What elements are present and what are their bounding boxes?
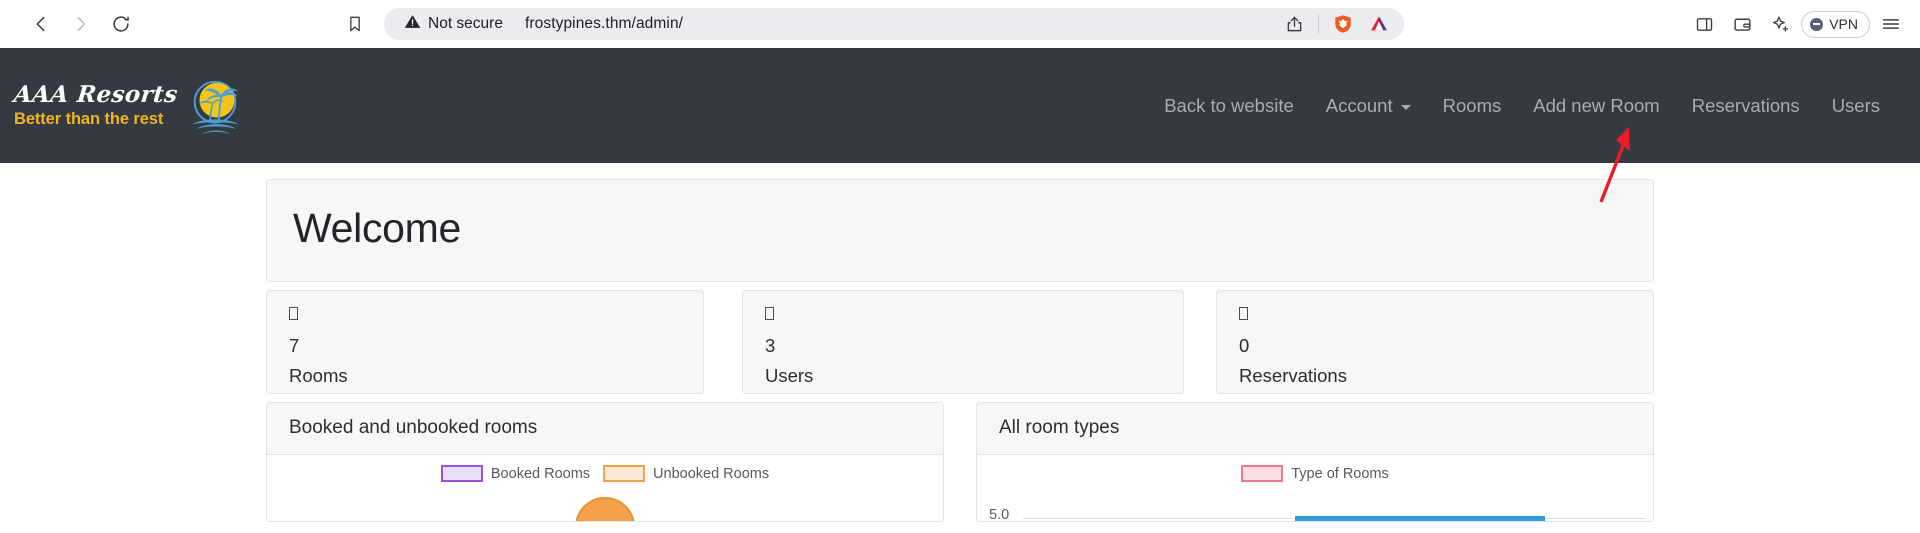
chart-title: Booked and unbooked rooms bbox=[267, 403, 943, 456]
primary-nav: Back to website Account Rooms Add new Ro… bbox=[1148, 89, 1896, 123]
wallet-icon[interactable] bbox=[1725, 7, 1759, 41]
welcome-card: Welcome bbox=[266, 179, 1654, 283]
pie-chart-slice bbox=[575, 497, 635, 522]
page-content: Welcome 7 Rooms 3 Users 0 Reservations B… bbox=[0, 163, 1920, 523]
y-axis-tick-label: 5.0 bbox=[989, 507, 1010, 523]
stat-label: Rooms bbox=[289, 365, 348, 387]
nav-label: Rooms bbox=[1442, 94, 1502, 116]
browser-toolbar: Not secure frostypines.thm/admin/ VPN bbox=[0, 0, 1920, 48]
chart-card-booked-unbooked: Booked and unbooked rooms Booked Rooms U… bbox=[266, 402, 944, 523]
nav-item-account[interactable]: Account bbox=[1310, 89, 1427, 123]
ai-sparkle-icon[interactable] bbox=[1763, 7, 1797, 41]
vpn-status-icon bbox=[1810, 17, 1824, 31]
sidebar-panel-icon[interactable] bbox=[1687, 7, 1721, 41]
legend-label: Booked Rooms bbox=[490, 465, 591, 482]
share-icon[interactable] bbox=[1277, 7, 1311, 41]
browser-nav-buttons bbox=[24, 7, 138, 41]
address-bar[interactable]: Not secure frostypines.thm/admin/ bbox=[384, 8, 1404, 40]
bookmark-slot bbox=[338, 7, 372, 41]
vpn-label: VPN bbox=[1829, 16, 1858, 32]
legend-swatch bbox=[603, 465, 646, 483]
stat-value: 3 bbox=[765, 335, 776, 357]
chart-card-all-room-types: All room types Type of Rooms 5.0 bbox=[976, 402, 1654, 523]
site-header: AAA Resorts Better than the rest Back to… bbox=[0, 48, 1920, 163]
nav-label: Reservations bbox=[1691, 94, 1800, 116]
nav-item-reservations[interactable]: Reservations bbox=[1676, 89, 1816, 123]
toolbar-divider bbox=[1318, 14, 1319, 34]
back-button[interactable] bbox=[24, 7, 58, 41]
security-status-label: Not secure bbox=[428, 15, 503, 32]
chevron-down-icon bbox=[1400, 104, 1411, 110]
url-text: frostypines.thm/admin/ bbox=[524, 15, 684, 32]
brave-rewards-triangle-icon[interactable] bbox=[1362, 7, 1396, 41]
brave-shields-lion-icon[interactable] bbox=[1326, 7, 1360, 41]
legend-swatch bbox=[1241, 465, 1284, 483]
nav-item-back-to-website[interactable]: Back to website bbox=[1148, 89, 1310, 123]
brand-title: AAA Resorts bbox=[12, 81, 180, 109]
chart-legend: Booked Rooms Unbooked Rooms bbox=[267, 465, 943, 483]
vpn-button[interactable]: VPN bbox=[1801, 10, 1870, 38]
legend-item-booked-rooms[interactable]: Booked Rooms bbox=[440, 465, 591, 483]
stat-card-users[interactable]: 3 Users bbox=[742, 290, 1184, 395]
page-title: Welcome bbox=[293, 205, 462, 251]
chart-canvas-all-room-types: Type of Rooms 5.0 bbox=[977, 455, 1653, 523]
nav-label: Add new Room bbox=[1533, 94, 1660, 116]
stat-value: 0 bbox=[1239, 335, 1250, 357]
nav-label: Back to website bbox=[1164, 94, 1294, 116]
stats-row: 7 Rooms 3 Users 0 Reservations bbox=[266, 290, 1654, 395]
stat-label: Users bbox=[765, 365, 814, 387]
nav-label: Account bbox=[1325, 94, 1393, 116]
address-bar-actions bbox=[1277, 8, 1396, 40]
bookmark-icon[interactable] bbox=[338, 7, 372, 41]
palm-tree-sun-logo bbox=[191, 80, 239, 134]
security-status[interactable]: Not secure bbox=[404, 13, 503, 35]
missing-glyph-icon bbox=[765, 307, 1161, 325]
browser-toolbar-right: VPN bbox=[1687, 0, 1908, 48]
charts-row: Booked and unbooked rooms Booked Rooms U… bbox=[266, 402, 1654, 523]
nav-item-rooms[interactable]: Rooms bbox=[1427, 89, 1518, 123]
warning-triangle-icon bbox=[404, 13, 421, 35]
legend-swatch bbox=[440, 465, 483, 483]
legend-label: Unbooked Rooms bbox=[653, 465, 770, 482]
legend-item-type-of-rooms[interactable]: Type of Rooms bbox=[1241, 465, 1389, 483]
stat-card-reservations[interactable]: 0 Reservations bbox=[1216, 290, 1654, 395]
legend-item-unbooked-rooms[interactable]: Unbooked Rooms bbox=[603, 465, 770, 483]
legend-label: Type of Rooms bbox=[1291, 465, 1389, 482]
brand-text: AAA Resorts Better than the rest bbox=[12, 81, 180, 129]
bar-series-top bbox=[1295, 516, 1545, 522]
nav-label: Users bbox=[1831, 94, 1880, 116]
site-logo[interactable]: AAA Resorts Better than the rest bbox=[12, 74, 246, 138]
chart-canvas-booked-unbooked: Booked Rooms Unbooked Rooms bbox=[267, 455, 943, 522]
nav-item-users[interactable]: Users bbox=[1816, 89, 1896, 123]
content-container: Welcome 7 Rooms 3 Users 0 Reservations B… bbox=[266, 163, 1654, 523]
reload-button[interactable] bbox=[104, 7, 138, 41]
nav-item-add-new-room[interactable]: Add new Room bbox=[1517, 89, 1675, 123]
stat-value: 7 bbox=[289, 335, 300, 357]
missing-glyph-icon bbox=[289, 307, 681, 325]
missing-glyph-icon bbox=[1239, 307, 1631, 325]
brand-tagline: Better than the rest bbox=[14, 110, 164, 129]
chart-title: All room types bbox=[977, 403, 1653, 456]
stat-label: Reservations bbox=[1239, 365, 1347, 387]
hamburger-menu-icon[interactable] bbox=[1874, 7, 1908, 41]
forward-button[interactable] bbox=[64, 7, 98, 41]
stat-card-rooms[interactable]: 7 Rooms bbox=[266, 290, 704, 395]
chart-legend: Type of Rooms bbox=[977, 465, 1653, 483]
